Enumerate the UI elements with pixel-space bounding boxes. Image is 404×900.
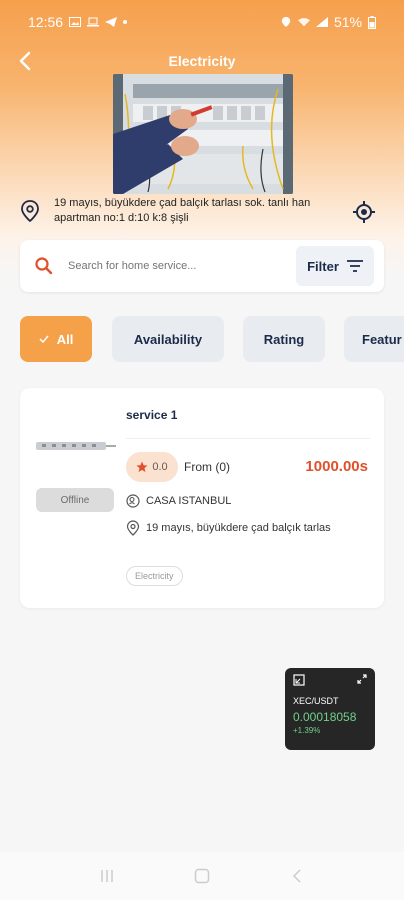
divider — [126, 438, 370, 439]
service-address-row: 19 mayıs, büyükdere çad balçık tarlas — [126, 520, 331, 536]
search-input[interactable] — [68, 260, 296, 272]
search-icon — [35, 257, 53, 275]
back-nav-icon[interactable] — [289, 868, 305, 884]
service-address: 19 mayıs, büyükdere çad balçık tarlas — [146, 522, 331, 534]
recent-apps-icon[interactable] — [99, 868, 115, 884]
battery-percent: 51% — [333, 14, 362, 30]
signal-icon — [315, 17, 328, 27]
battery-icon — [368, 15, 376, 29]
home-icon[interactable] — [194, 868, 210, 884]
service-price: 1000.00s — [305, 458, 368, 475]
provider-name: CASA ISTANBUL — [146, 495, 232, 507]
telegram-icon — [105, 17, 118, 27]
back-arrow-icon — [19, 51, 31, 71]
crypto-ticker-widget[interactable]: XEC/USDT 0.00018058 +1.39% — [285, 668, 375, 750]
expand-icon[interactable] — [357, 674, 367, 684]
rating-value: 0.0 — [152, 461, 168, 473]
status-bar: 12:56 51% — [0, 0, 404, 44]
review-count: From (0) — [184, 460, 230, 474]
chip-availability[interactable]: Availability — [112, 316, 224, 362]
back-button[interactable] — [12, 48, 38, 74]
gps-target-icon[interactable] — [352, 200, 376, 224]
wifi-icon — [297, 18, 310, 27]
search-bar: Filter — [20, 240, 384, 292]
category-tag: Electricity — [126, 566, 183, 586]
chip-label: Rating — [263, 331, 305, 347]
service-title: service 1 — [126, 408, 178, 422]
rating-badge: 0.0 — [126, 452, 178, 482]
filter-icon — [346, 260, 363, 272]
minimize-icon[interactable] — [293, 674, 305, 686]
chip-label: Availability — [133, 331, 203, 347]
status-badge: Offline — [36, 488, 114, 512]
provider-row: CASA ISTANBUL — [126, 494, 231, 508]
current-address-row[interactable]: 19 mayıs, büyükdere çad balçık tarlası s… — [20, 196, 384, 230]
gallery-icon — [69, 17, 82, 27]
top-bar: Electricity — [0, 44, 404, 78]
chip-featured[interactable]: Featur — [344, 316, 404, 362]
address-text: 19 mayıs, büyükdere çad balçık tarlası s… — [54, 197, 311, 224]
provider-icon — [126, 494, 140, 508]
service-thumbnail — [36, 442, 116, 450]
filter-label: Filter — [307, 258, 339, 274]
system-nav-bar — [0, 852, 404, 900]
check-icon — [39, 335, 49, 343]
page-title: Electricity — [168, 53, 236, 69]
status-time: 12:56 — [28, 14, 64, 30]
star-icon — [136, 461, 148, 472]
location-pin-icon — [21, 200, 39, 222]
filter-button[interactable]: Filter — [296, 246, 374, 286]
chip-rating[interactable]: Rating — [243, 316, 325, 362]
chip-label: All — [56, 331, 74, 347]
laptop-icon — [87, 17, 100, 27]
ticker-pair: XEC/USDT — [293, 696, 339, 706]
ticker-price: 0.00018058 — [293, 710, 357, 724]
chip-label: Featur — [362, 331, 402, 347]
location-status-icon — [281, 17, 291, 27]
ticker-change: +1.39% — [293, 726, 321, 735]
location-pin-icon — [126, 520, 140, 536]
filter-chips: All Availability Rating Featur — [20, 316, 404, 362]
category-hero-image — [113, 74, 293, 194]
chip-all[interactable]: All — [20, 316, 92, 362]
service-card[interactable]: Offline service 1 0.0 From (0) 1000.00s … — [20, 388, 384, 608]
notification-dot — [123, 20, 128, 24]
